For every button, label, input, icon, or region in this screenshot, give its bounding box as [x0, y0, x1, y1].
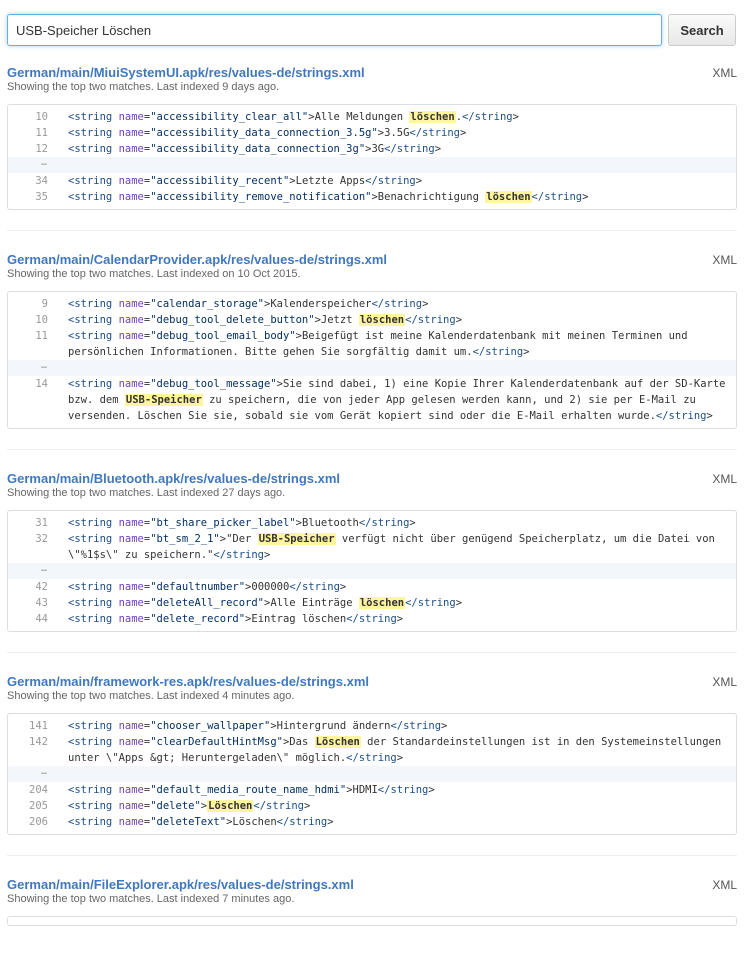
line-number: 31: [35, 517, 48, 529]
ellipsis-marker: …: [40, 157, 48, 168]
code-text: <string name="deleteAll_record">Alle Ein…: [68, 597, 463, 609]
line-number: 9: [41, 298, 48, 310]
result-file-link[interactable]: German/main/MiuiSystemUI.apk/res/values-…: [7, 65, 365, 80]
result-header: German/main/CalendarProvider.apk/res/val…: [7, 251, 737, 281]
ellipsis-marker: …: [40, 360, 48, 371]
result-meta: Showing the top two matches. Last indexe…: [7, 690, 295, 702]
code-line: 35 <string name="accessibility_remove_not…: [8, 189, 736, 205]
result-header: German/main/MiuiSystemUI.apk/res/values-…: [7, 64, 737, 94]
search-result: German/main/Bluetooth.apk/res/values-de/…: [7, 470, 737, 653]
result-language: XML: [712, 675, 737, 689]
code-text: <string name="deleteText">Löschen</strin…: [68, 816, 334, 828]
code-text: <string name="bt_sm_2_1">"Der USB-Speich…: [68, 533, 722, 561]
line-number: 142: [29, 736, 48, 748]
code-text: <string name="debug_tool_delete_button">…: [68, 314, 463, 326]
code-line: 9 <string name="calendar_storage">Kalende…: [8, 296, 736, 312]
code-text: <string name="chooser_wallpaper">Hinterg…: [68, 720, 448, 732]
code-line: 32 <string name="bt_sm_2_1">"Der USB-Spei…: [8, 531, 736, 563]
line-number: 204: [29, 784, 48, 796]
result-header: German/main/framework-res.apk/res/values…: [7, 673, 737, 703]
result-meta: Showing the top two matches. Last indexe…: [7, 893, 295, 905]
code-text: <string name="accessibility_recent">Letz…: [68, 175, 423, 187]
code-snippet: 31 <string name="bt_share_picker_label">B…: [7, 510, 737, 632]
code-snippet: 141 <string name="chooser_wallpaper">Hint…: [7, 713, 737, 835]
result-file-link[interactable]: German/main/framework-res.apk/res/values…: [7, 674, 369, 689]
code-text: <string name="defaultnumber">000000</str…: [68, 581, 347, 593]
code-text: <string name="delete_record">Eintrag lös…: [68, 613, 404, 625]
result-header: German/main/FileExplorer.apk/res/values-…: [7, 876, 737, 906]
result-meta: Showing the top two matches. Last indexe…: [7, 81, 280, 93]
line-number: 43: [35, 597, 48, 609]
line-number: 10: [35, 314, 48, 326]
code-line: 10 <string name="debug_tool_delete_button…: [8, 312, 736, 328]
code-text: <string name="accessibility_data_connect…: [68, 143, 442, 155]
code-line: 10 <string name="accessibility_clear_all"…: [8, 109, 736, 125]
result-header: German/main/Bluetooth.apk/res/values-de/…: [7, 470, 737, 500]
result-file-link[interactable]: German/main/FileExplorer.apk/res/values-…: [7, 877, 354, 892]
result-meta: Showing the top two matches. Last indexe…: [7, 487, 286, 499]
code-text: <string name="clearDefaultHintMsg">Das L…: [68, 736, 728, 764]
code-line: 34 <string name="accessibility_recent">Le…: [8, 173, 736, 189]
code-line: 141 <string name="chooser_wallpaper">Hint…: [8, 718, 736, 734]
results-list: German/main/MiuiSystemUI.apk/res/values-…: [7, 64, 737, 966]
code-line: 206 <string name="deleteText">Löschen</st…: [8, 814, 736, 830]
line-number: 141: [29, 720, 48, 732]
code-line: 44 <string name="delete_record">Eintrag l…: [8, 611, 736, 627]
ellipsis-marker: …: [40, 563, 48, 574]
line-number: 10: [35, 111, 48, 123]
result-file-link[interactable]: German/main/Bluetooth.apk/res/values-de/…: [7, 471, 340, 486]
search-input[interactable]: [7, 14, 662, 46]
code-line: 11 <string name="accessibility_data_conne…: [8, 125, 736, 141]
code-line: 31 <string name="bt_share_picker_label">B…: [8, 515, 736, 531]
code-separator: …: [8, 766, 736, 782]
code-line: 14 <string name="debug_tool_message">Sie …: [8, 376, 736, 424]
code-line: 11 <string name="debug_tool_email_body">B…: [8, 328, 736, 360]
code-text: <string name="calendar_storage">Kalender…: [68, 298, 429, 310]
search-result: German/main/framework-res.apk/res/values…: [7, 673, 737, 856]
result-language: XML: [712, 66, 737, 80]
line-number: 32: [35, 533, 48, 545]
code-text: <string name="default_media_route_name_h…: [68, 784, 435, 796]
line-number: 205: [29, 800, 48, 812]
result-language: XML: [712, 878, 737, 892]
result-language: XML: [712, 472, 737, 486]
search-result: German/main/CalendarProvider.apk/res/val…: [7, 251, 737, 450]
code-snippet: [7, 916, 737, 926]
line-number: 35: [35, 191, 48, 203]
code-snippet: 9 <string name="calendar_storage">Kalende…: [7, 291, 737, 429]
line-number: 34: [35, 175, 48, 187]
line-number: 206: [29, 816, 48, 828]
line-number: 12: [35, 143, 48, 155]
code-line: 204 <string name="default_media_route_nam…: [8, 782, 736, 798]
line-number: 42: [35, 581, 48, 593]
code-line: 205 <string name="delete">Löschen</string…: [8, 798, 736, 814]
code-text: <string name="bt_share_picker_label">Blu…: [68, 517, 416, 529]
code-line: 42 <string name="defaultnumber">000000</s…: [8, 579, 736, 595]
result-meta: Showing the top two matches. Last indexe…: [7, 268, 301, 280]
code-text: <string name="debug_tool_email_body">Bei…: [68, 330, 694, 358]
code-line: 142 <string name="clearDefaultHintMsg">Da…: [8, 734, 736, 766]
line-number: 44: [35, 613, 48, 625]
search-result: German/main/MiuiSystemUI.apk/res/values-…: [7, 64, 737, 231]
code-text: <string name="debug_tool_message">Sie si…: [68, 378, 732, 422]
code-text: <string name="accessibility_remove_notif…: [68, 191, 589, 203]
line-number: 14: [35, 378, 48, 390]
code-text: <string name="accessibility_clear_all">A…: [68, 111, 519, 123]
code-text: <string name="accessibility_data_connect…: [68, 127, 467, 139]
result-language: XML: [712, 253, 737, 267]
code-separator: …: [8, 360, 736, 376]
code-line: 43 <string name="deleteAll_record">Alle E…: [8, 595, 736, 611]
result-file-link[interactable]: German/main/CalendarProvider.apk/res/val…: [7, 252, 387, 267]
ellipsis-marker: …: [40, 766, 48, 777]
search-button[interactable]: Search: [668, 14, 736, 46]
code-text: <string name="delete">Löschen</string>: [68, 800, 311, 812]
search-bar: Search: [7, 14, 737, 48]
code-line: 12 <string name="accessibility_data_conne…: [8, 141, 736, 157]
code-separator: …: [8, 157, 736, 173]
code-separator: …: [8, 563, 736, 579]
line-number: 11: [35, 127, 48, 139]
code-snippet: 10 <string name="accessibility_clear_all"…: [7, 104, 737, 210]
line-number: 11: [35, 330, 48, 342]
